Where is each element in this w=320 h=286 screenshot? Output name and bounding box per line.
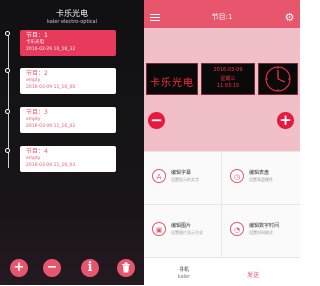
gear-icon[interactable]: ⚙ bbox=[284, 12, 295, 23]
led-clock-slot[interactable]: 2016-03-09 星期三 11:03:15 bbox=[201, 63, 255, 95]
action-title: 编辑表盘 bbox=[249, 170, 270, 176]
action-subtitle: 设置时间格式 bbox=[249, 230, 273, 235]
clock-dial-icon bbox=[265, 66, 291, 92]
action-subtitle: 设置表盘属性 bbox=[249, 177, 273, 182]
editor-title: 节目:1 bbox=[211, 13, 233, 21]
zoom-in-button[interactable]: + bbox=[277, 112, 294, 129]
led-preview-text: 卡乐光电 bbox=[150, 78, 194, 89]
program-title: 节目：4 bbox=[26, 148, 48, 155]
program-subtitle: empty bbox=[26, 117, 41, 122]
clock-date: 2016-03-09 bbox=[213, 67, 243, 73]
editor-footer: 寻机 kaler 发送 bbox=[144, 257, 300, 286]
action-subtitle: 设置显示的文字 bbox=[171, 177, 199, 182]
timer-icon: ◔ bbox=[230, 222, 244, 236]
timeline-dot bbox=[5, 109, 10, 114]
clock-time: 11:03:15 bbox=[216, 83, 240, 89]
action-title: 编辑图片 bbox=[171, 223, 192, 229]
editor-header: 节目:1 ⚙ bbox=[144, 0, 300, 28]
clock-icon: ◷ bbox=[230, 169, 244, 183]
device-name: kaler bbox=[177, 274, 191, 280]
timeline-dot bbox=[5, 31, 10, 36]
program-subtitle: empty bbox=[26, 156, 41, 161]
edit-text-action[interactable]: A 编辑字幕 设置显示的文字 bbox=[144, 152, 222, 205]
trash-icon bbox=[122, 262, 130, 273]
program-subtitle: 卡乐光电 bbox=[26, 40, 44, 45]
app-subtitle: kaler electro-optical bbox=[46, 19, 97, 25]
add-program-button[interactable]: + bbox=[10, 259, 28, 277]
text-icon: A bbox=[152, 169, 166, 183]
find-device-label: 寻机 bbox=[178, 267, 189, 273]
action-title: 编辑数字时间 bbox=[249, 223, 280, 229]
action-subtitle: 设置图片显示方式 bbox=[171, 230, 203, 235]
program-editor-panel: 节目:1 ⚙ 卡乐光电 2016-03-09 星期三 11:03:15 − + … bbox=[144, 0, 300, 286]
timeline-dot bbox=[5, 68, 10, 73]
program-date: 2016-03-09 11_16_03 bbox=[26, 163, 76, 168]
led-preview-area: 卡乐光电 2016-03-09 星期三 11:03:15 − + bbox=[144, 28, 300, 151]
edit-image-action[interactable]: ▣ 编辑图片 设置图片显示方式 bbox=[144, 205, 222, 258]
program-item-2[interactable]: 节目：2 empty 2016-03-09 11_16_00 bbox=[20, 68, 116, 94]
program-list-panel: 卡乐光电 kaler electro-optical 节目：1 卡乐光电 201… bbox=[0, 0, 144, 285]
program-title: 节目：1 bbox=[26, 32, 48, 39]
program-date: 2016-03-09 11_16_02 bbox=[26, 124, 76, 129]
edit-digital-time-action[interactable]: ◔ 编辑数字时间 设置时间格式 bbox=[222, 205, 300, 258]
edit-dial-action[interactable]: ◷ 编辑表盘 设置表盘属性 bbox=[222, 152, 300, 205]
led-dial-slot[interactable] bbox=[258, 63, 298, 95]
info-button[interactable]: i bbox=[81, 259, 99, 277]
led-text-slot[interactable]: 卡乐光电 bbox=[146, 63, 198, 95]
program-item-1[interactable]: 节目：1 卡乐光电 2016-02-29 10_18_32 bbox=[20, 30, 116, 56]
program-date: 2016-02-29 10_18_32 bbox=[26, 47, 76, 52]
edit-actions-grid: A 编辑字幕 设置显示的文字 ◷ 编辑表盘 设置表盘属性 ▣ 编辑图片 设置图片… bbox=[144, 151, 300, 258]
remove-program-button[interactable]: − bbox=[43, 259, 61, 277]
program-item-4[interactable]: 节目：4 empty 2016-03-09 11_16_03 bbox=[20, 146, 116, 172]
timeline-dot bbox=[5, 148, 10, 153]
clock-weekday: 星期三 bbox=[220, 76, 236, 82]
action-title: 编辑字幕 bbox=[171, 170, 192, 176]
program-item-3[interactable]: 节目：3 empty 2016-03-09 11_16_02 bbox=[20, 107, 116, 133]
send-button[interactable]: 发送 bbox=[247, 270, 259, 279]
app-title: 卡乐光电 bbox=[56, 9, 88, 18]
zoom-out-button[interactable]: − bbox=[148, 112, 165, 129]
program-title: 节目：3 bbox=[26, 109, 48, 116]
program-date: 2016-03-09 11_16_00 bbox=[26, 85, 76, 90]
program-title: 节目：2 bbox=[26, 70, 48, 77]
program-subtitle: empty bbox=[26, 78, 41, 83]
image-icon: ▣ bbox=[152, 222, 166, 236]
delete-button[interactable] bbox=[117, 259, 135, 277]
